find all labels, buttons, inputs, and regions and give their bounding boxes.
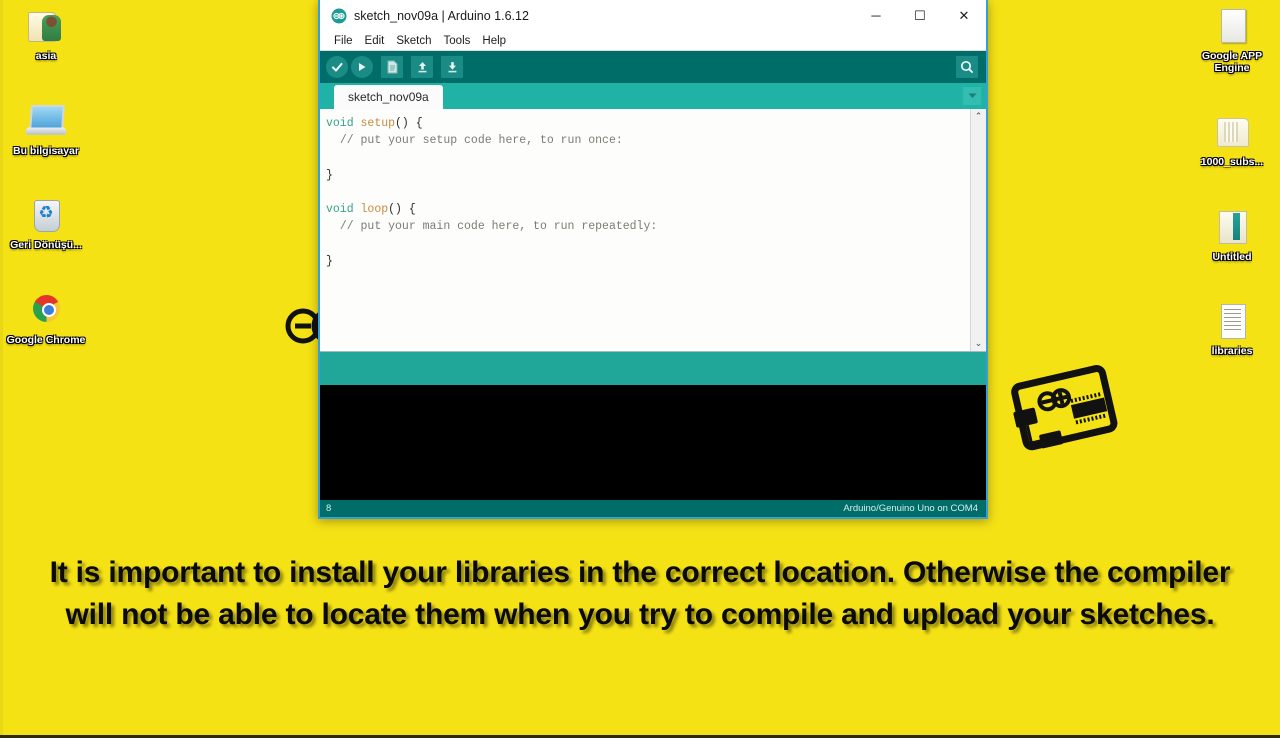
menu-item-edit[interactable]: Edit [359, 34, 391, 48]
recycle-bin-icon [24, 195, 68, 237]
desktop-icon-label: Google APP Engine [1201, 50, 1263, 74]
title-bar[interactable]: sketch_nov09a | Arduino 1.6.12 ─ ☐ ✕ [320, 0, 986, 31]
console-output-pane [320, 385, 986, 500]
verify-button[interactable] [326, 56, 348, 78]
desktop-icon-google-app-engine[interactable]: Google APP Engine [1186, 6, 1278, 74]
desktop-icons-left: asia Bu bilgisayar Geri Dönüşü... Google… [0, 6, 92, 384]
editor-scrollbar[interactable]: ⌃ ⌄ [970, 109, 986, 351]
desktop-icon-label: Untitled [1212, 250, 1252, 263]
desktop-icon-label: Bu bilgisayar [13, 144, 79, 157]
status-board-port: Arduino/Genuino Uno on COM4 [843, 503, 978, 514]
arduino-board-watermark [1007, 352, 1127, 460]
status-bar: 8 Arduino/Genuino Uno on COM4 [320, 500, 986, 517]
chrome-icon [24, 290, 68, 332]
desktop: asia Bu bilgisayar Geri Dönüşü... Google… [0, 0, 1280, 738]
status-line-number: 8 [326, 503, 332, 514]
save-sketch-button[interactable] [441, 56, 463, 78]
menu-item-help[interactable]: Help [476, 34, 512, 48]
open-sketch-button[interactable] [411, 56, 433, 78]
user-folder-icon [24, 6, 68, 48]
desktop-icon-label: Geri Dönüşü... [10, 239, 82, 251]
menu-bar: File Edit Sketch Tools Help [320, 31, 986, 51]
desktop-icon-bu-bilgisayar[interactable]: Bu bilgisayar [0, 101, 92, 158]
tab-sketch-nov09a[interactable]: sketch_nov09a [334, 85, 443, 109]
desktop-icon-google-chrome[interactable]: Google Chrome [0, 290, 92, 347]
window-title: sketch_nov09a | Arduino 1.6.12 [354, 8, 529, 23]
text-document-icon [1210, 301, 1254, 343]
folder-icon [1210, 112, 1254, 154]
desktop-icon-label: libraries [1211, 345, 1253, 357]
desktop-icon-asia[interactable]: asia [0, 6, 92, 63]
upload-button[interactable] [351, 56, 373, 78]
message-pane [320, 352, 986, 385]
menu-item-tools[interactable]: Tools [438, 34, 477, 48]
caption-text: It is important to install your librarie… [49, 556, 1231, 631]
toolbar [320, 51, 986, 83]
desktop-icon-libraries[interactable]: libraries [1186, 301, 1278, 358]
blank-document-icon [1210, 6, 1254, 48]
code-editor[interactable]: void setup() { // put your setup code he… [320, 109, 986, 352]
arduino-ide-window: sketch_nov09a | Arduino 1.6.12 ─ ☐ ✕ Fil… [318, 0, 988, 519]
minimize-button[interactable]: ─ [854, 0, 898, 31]
maximize-button[interactable]: ☐ [898, 0, 942, 31]
serial-monitor-button[interactable] [956, 56, 978, 78]
desktop-icons-right: Google APP Engine 1000_subs... Untitled … [1186, 6, 1278, 396]
menu-item-sketch[interactable]: Sketch [390, 34, 437, 48]
scroll-up-icon[interactable]: ⌃ [971, 109, 986, 124]
close-button[interactable]: ✕ [942, 0, 986, 31]
menu-item-file[interactable]: File [328, 34, 359, 48]
code-text: void setup() { // put your setup code he… [326, 117, 658, 268]
book-icon [1210, 207, 1254, 249]
new-sketch-button[interactable] [381, 56, 403, 78]
desktop-icon-recycle-bin[interactable]: Geri Dönüşü... [0, 195, 92, 252]
sketch-tab-strip: sketch_nov09a [320, 83, 986, 109]
desktop-icon-label: 1000_subs... [1200, 156, 1264, 168]
arduino-infinity-logo-icon [331, 8, 347, 24]
tab-menu-button[interactable] [963, 87, 981, 105]
desktop-icon-label: Google Chrome [6, 333, 86, 346]
computer-icon [24, 101, 68, 143]
desktop-icon-untitled[interactable]: Untitled [1186, 207, 1278, 264]
desktop-icon-label: asia [35, 50, 57, 62]
scroll-down-icon[interactable]: ⌄ [971, 336, 986, 351]
desktop-icon-1000-subs[interactable]: 1000_subs... [1186, 112, 1278, 169]
